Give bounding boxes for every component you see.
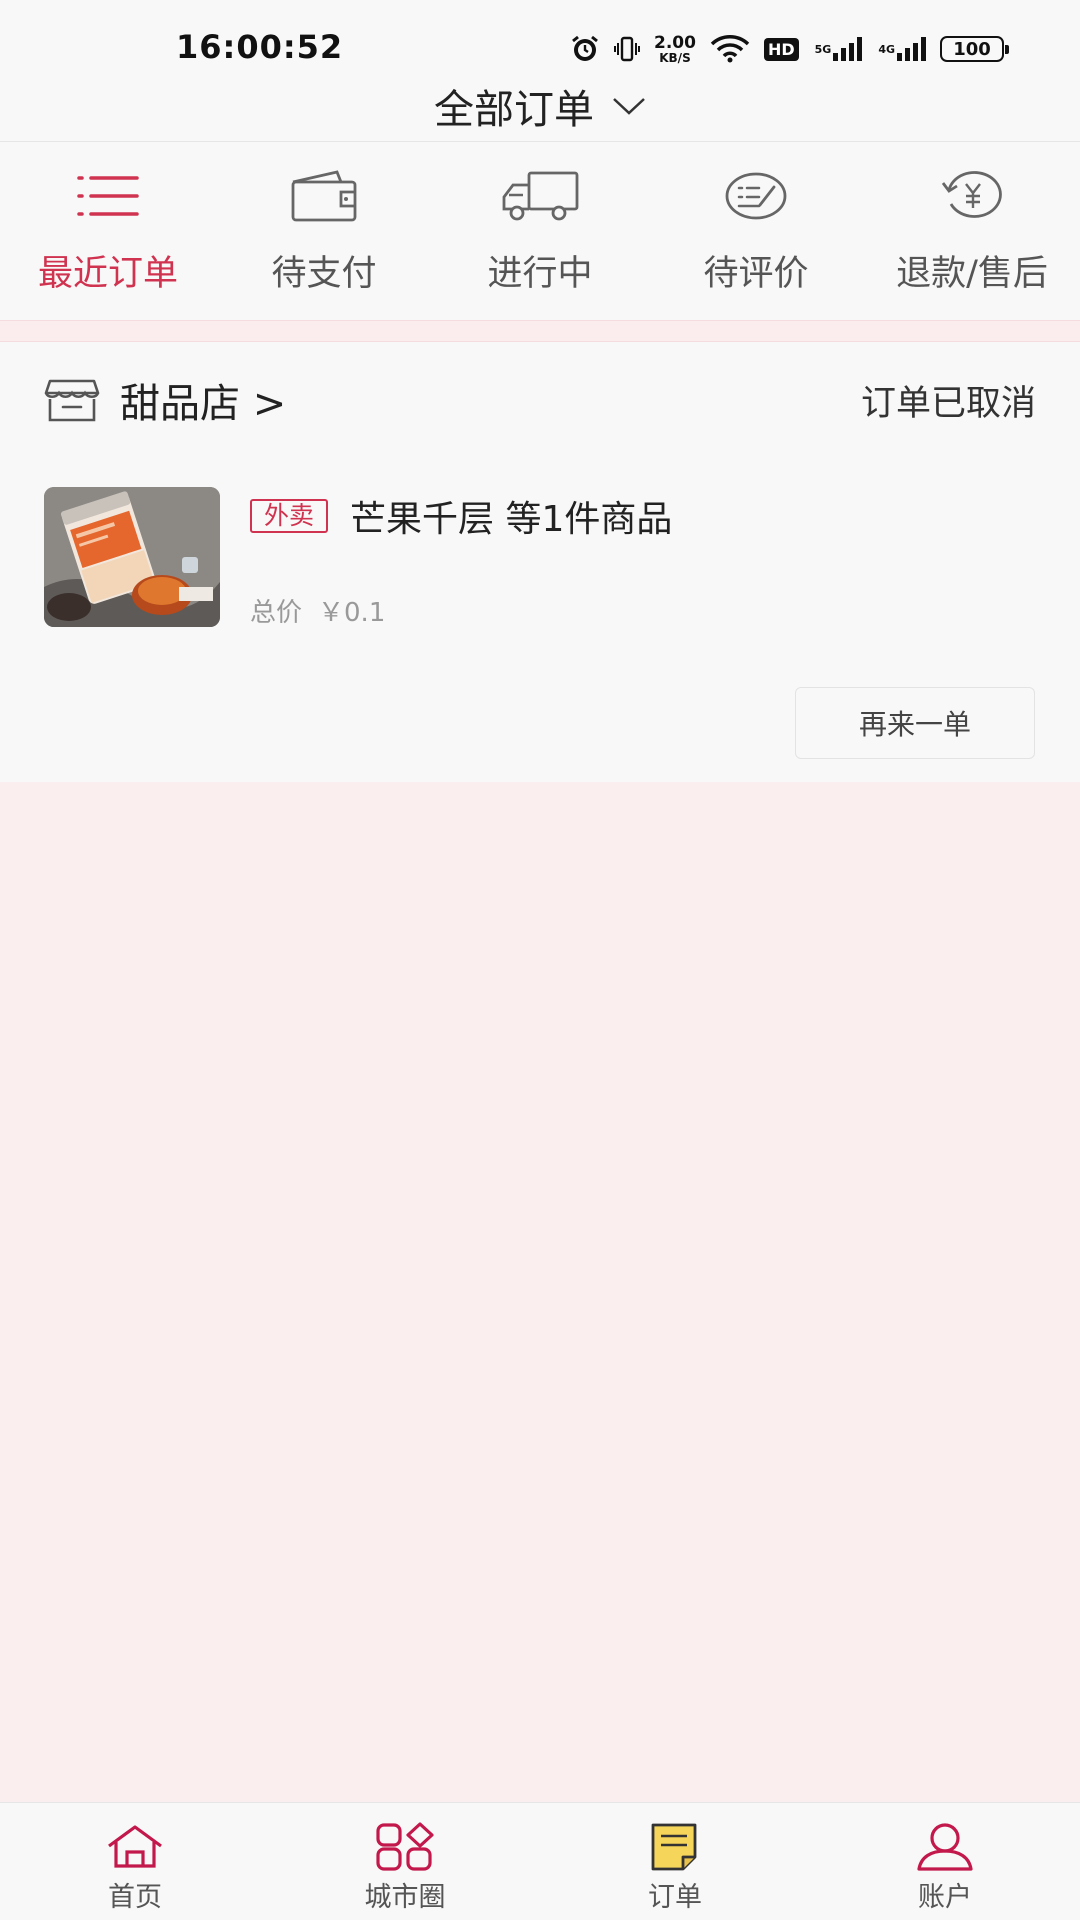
truck-icon bbox=[495, 165, 585, 227]
price-label: 总价 bbox=[250, 598, 303, 628]
store-row: 甜品店 > 订单已取消 bbox=[44, 370, 1036, 430]
store-link[interactable]: 甜品店 > bbox=[44, 371, 286, 429]
nav-home[interactable]: 首页 bbox=[0, 1803, 270, 1920]
orders-page: 16:00:52 2.00 KB/S HD 5G 4G 100 全部订单 最近订… bbox=[0, 0, 1080, 1920]
tab-pending-payment[interactable]: 待支付 bbox=[216, 143, 432, 320]
empty-list-area bbox=[0, 782, 1080, 1802]
chevron-down-icon bbox=[613, 97, 645, 115]
signal-4g-icon: 4G bbox=[876, 37, 926, 61]
nav-orders[interactable]: 订单 bbox=[540, 1803, 810, 1920]
bottom-nav: 首页 城市圈 订单 账户 bbox=[0, 1802, 1080, 1920]
wallet-icon bbox=[279, 165, 369, 227]
review-icon bbox=[711, 165, 801, 227]
account-icon bbox=[913, 1821, 977, 1873]
status-bar: 16:00:52 2.00 KB/S HD 5G 4G 100 bbox=[0, 0, 1080, 70]
order-icon bbox=[643, 1821, 707, 1873]
order-filter-dropdown[interactable]: 全部订单 bbox=[434, 77, 646, 135]
vibrate-icon bbox=[614, 35, 640, 63]
home-icon bbox=[103, 1821, 167, 1873]
order-status: 订单已取消 bbox=[860, 383, 1036, 424]
status-time: 16:00:52 bbox=[176, 28, 344, 66]
status-icons: 2.00 KB/S HD 5G 4G 100 bbox=[570, 32, 1009, 66]
store-icon bbox=[44, 379, 100, 422]
page-title: 全部订单 bbox=[434, 86, 594, 133]
order-card[interactable]: 甜品店 > 订单已取消 外卖 芒果千层 等1件商品 总价 ￥0.1 再来一单 bbox=[0, 342, 1080, 782]
product-thumbnail bbox=[44, 487, 220, 627]
item-title: 芒果千层 等1件商品 bbox=[350, 499, 673, 540]
wifi-icon bbox=[710, 35, 750, 63]
store-name: 甜品店 > bbox=[120, 381, 287, 427]
reorder-button[interactable]: 再来一单 bbox=[795, 687, 1035, 759]
price-value: ￥0.1 bbox=[318, 598, 386, 628]
tab-pending-review[interactable]: 待评价 bbox=[648, 143, 864, 320]
list-icon bbox=[63, 165, 153, 227]
nav-account[interactable]: 账户 bbox=[810, 1803, 1080, 1920]
item-title-row: 外卖 芒果千层 等1件商品 bbox=[250, 490, 672, 542]
tab-recent-orders[interactable]: 最近订单 bbox=[0, 143, 216, 320]
signal-5g-icon: 5G bbox=[813, 37, 863, 61]
delivery-tag: 外卖 bbox=[250, 499, 329, 533]
hd-badge: HD bbox=[763, 37, 799, 61]
tab-refund-aftersale[interactable]: 退款/售后 bbox=[864, 143, 1080, 320]
section-divider bbox=[0, 320, 1080, 342]
order-tabs: 最近订单 待支付 进行中 待评价 退款/售后 bbox=[0, 143, 1080, 320]
alarm-icon bbox=[570, 34, 600, 64]
refund-icon bbox=[927, 165, 1017, 227]
price-row: 总价 ￥0.1 bbox=[250, 592, 385, 629]
tab-in-progress[interactable]: 进行中 bbox=[432, 143, 648, 320]
battery-icon: 100 bbox=[940, 36, 1009, 62]
network-speed: 2.00 KB/S bbox=[654, 32, 696, 65]
header: 全部订单 bbox=[0, 70, 1080, 142]
grid-icon bbox=[373, 1821, 437, 1873]
nav-city-circle[interactable]: 城市圈 bbox=[270, 1803, 540, 1920]
